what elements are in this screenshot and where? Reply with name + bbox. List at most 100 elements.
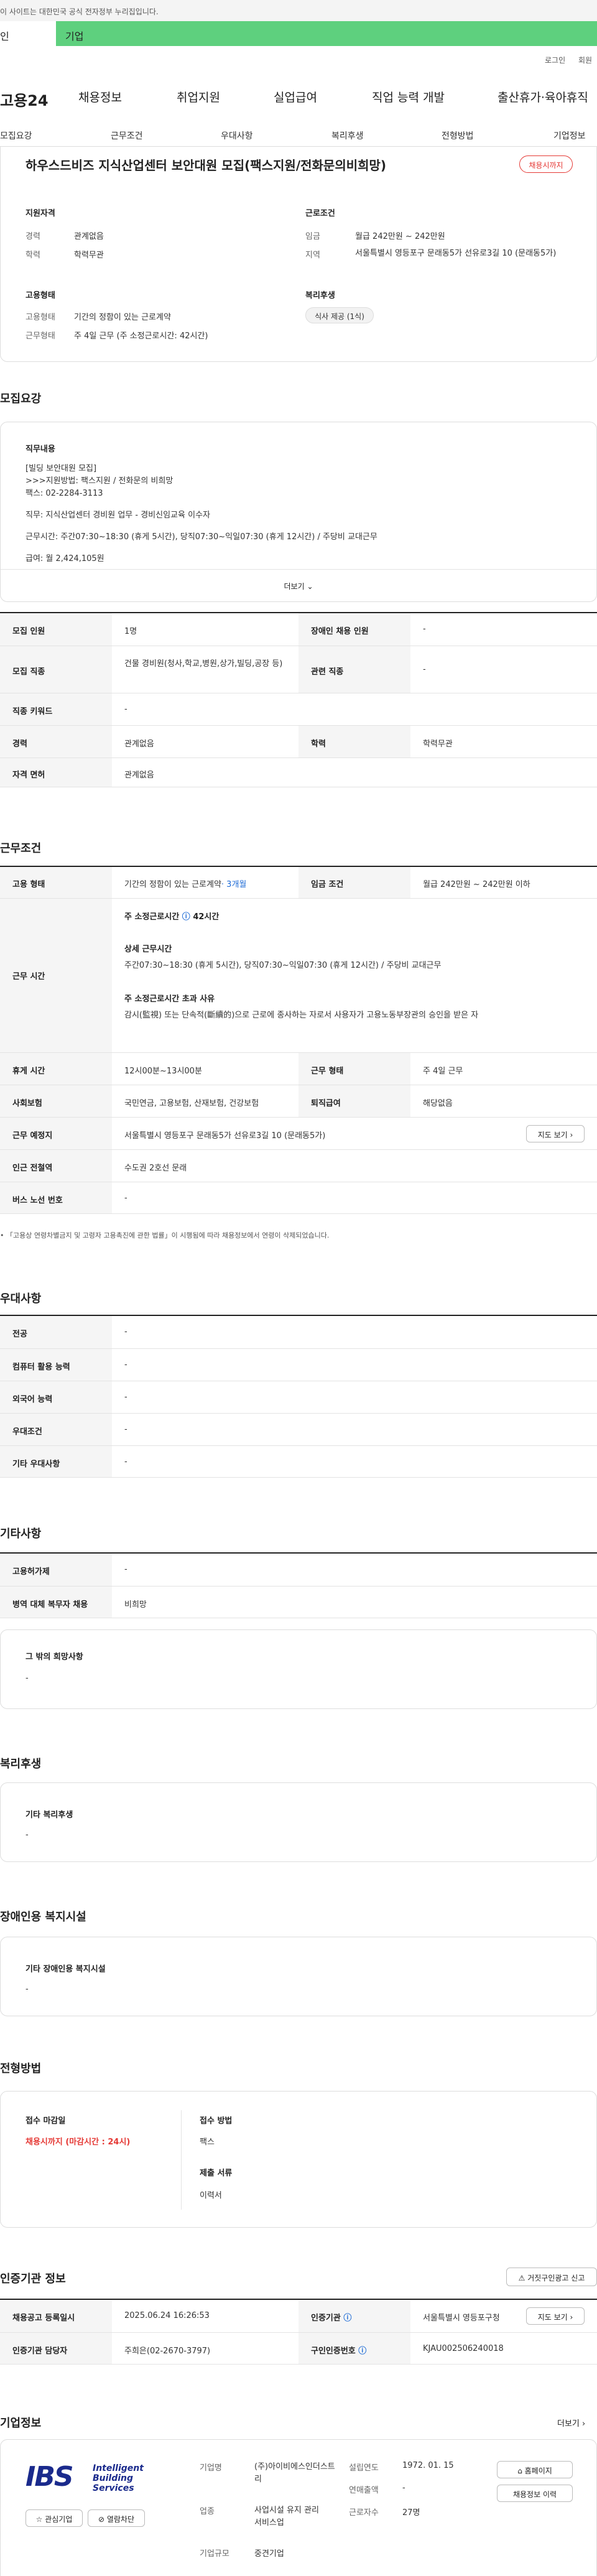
row-value: 관계없음 (124, 771, 154, 780)
deadline-value: 채용시까지 (마감시간 : 24시) (25, 2138, 131, 2147)
job-title: 하우스드비즈 지식산업센터 보안대원 모집(팩스지원/전화문의비희망) (25, 158, 387, 173)
home-icon: ⌂ (517, 2467, 525, 2475)
area-label: 지역 (305, 251, 320, 260)
tab-workcond[interactable]: 근무조건 (111, 129, 143, 142)
nav-item[interactable]: 직업 능력 개발 (372, 88, 445, 105)
pref-table: 전공 - 컴퓨터 활용 능력 - 외국어 능력 - 우대조건 - 기타 우대사항 - (0, 1315, 597, 1479)
tab-selection[interactable]: 전형방법 (442, 129, 474, 142)
tab-personal[interactable]: 인 (0, 21, 56, 46)
homepage-button[interactable]: ⌂ 홈페이지 (497, 2461, 573, 2478)
table-row: 우대조건 - (0, 1413, 597, 1445)
info-icon[interactable]: ⓘ (182, 912, 190, 922)
emp-value: 기간의 정함이 있는 근로계약 (124, 880, 221, 889)
nav-item[interactable]: 채용정보 (78, 88, 122, 105)
tab-company[interactable]: 기업정보 (553, 129, 586, 142)
edu-label: 학력 (25, 251, 40, 260)
job-history-button[interactable]: 채용정보 이력 (497, 2485, 573, 2502)
table-row: 자격 면허 관계없음 (0, 758, 597, 787)
row-value: 서울특별시 영등포구청 (423, 2314, 500, 2323)
est-value: 1972. 01. 15 (402, 2461, 454, 2470)
row-value: 건물 경비원(청사,학교,병원,상가,빌딩,공장 등) (124, 659, 283, 669)
row-label: 학력 (311, 739, 326, 749)
table-row: 모집 직종 건물 경비원(청사,학교,병원,상가,빌딩,공장 등) 관련 직종 … (0, 646, 597, 693)
hope-title: 그 밖의 희망사항 (25, 1652, 83, 1662)
emp-title: 고용형태 (25, 291, 55, 300)
report-label: 거짓구인광고 신고 (527, 2274, 585, 2282)
table-row: 기타 우대사항 - (0, 1445, 597, 1478)
welfare-box-title: 기타 복리후생 (25, 1810, 73, 1820)
disabled-box-value: - (25, 1985, 29, 1994)
block-label: 열람차단 (106, 2515, 135, 2524)
welfare-box-value: - (25, 1830, 29, 1840)
block-button[interactable]: ⊘ 열람차단 (88, 2509, 145, 2527)
row-label: 사회보험 (12, 1099, 42, 1108)
report-button[interactable]: ⚠ 거짓구인광고 신고 (506, 2268, 597, 2286)
login-link[interactable]: 로그인 (545, 55, 565, 65)
row-value: 1명 (124, 627, 137, 636)
row-label: 병역 대체 복무자 채용 (12, 1600, 88, 1610)
selection-title: 전형방법 (0, 2062, 42, 2075)
company-logo: IBS Intelligent Building Services (25, 2461, 150, 2501)
row-label: 인근 전철역 (12, 1164, 53, 1173)
table-row: 컴퓨터 활용 능력 - (0, 1348, 597, 1381)
etc-title: 기타사항 (0, 1527, 42, 1541)
disabled-title: 장애인용 복지시설 (0, 1911, 86, 1924)
row-value: 국민연금, 고용보험, 산재보험, 건강보험 (124, 1099, 259, 1108)
overtime-reason: 감시(監視) 또는 단속적(斷續的)으로 근로에 종사하는 자로서 사용자가 고… (124, 1011, 479, 1020)
join-link[interactable]: 회원 (578, 55, 592, 65)
map-button[interactable]: 지도 보기 › (526, 1125, 585, 1142)
biz-value: 사업시설 유지 관리 서비스업 (254, 2506, 319, 2527)
tab-recruit[interactable]: 모집요강 (0, 129, 32, 142)
row-label: 인증기관 (311, 2314, 341, 2323)
map-button[interactable]: 지도 보기 › (526, 2307, 585, 2325)
site-logo[interactable]: 고용24 (0, 88, 49, 110)
table-row: 모집 인원 1명 장애인 채용 인원 - (0, 613, 597, 646)
emp-period: · 3개월 (221, 880, 247, 889)
job-content-line: [빌딩 보안대원 모집] (25, 464, 97, 473)
row-label: 모집 인원 (12, 627, 45, 636)
career-label: 경력 (25, 232, 40, 241)
size-value: 중견기업 (254, 2549, 284, 2559)
block-icon: ⊘ (98, 2515, 107, 2524)
row-label: 자격 면허 (12, 771, 45, 780)
table-row: 병역 대체 복무자 채용 비희망 (0, 1586, 597, 1618)
recruit-table: 모집 인원 1명 장애인 채용 인원 - 모집 직종 건물 경비원(청사,학교,… (0, 612, 597, 787)
tab-pref[interactable]: 우대사항 (221, 129, 253, 142)
logo-text-line: Building (93, 2473, 134, 2483)
name-label: 기업명 (200, 2463, 222, 2473)
workcond-table: 고용 형태 기간의 정함이 있는 근로계약· 3개월 임금 조건 월급 242만… (0, 866, 597, 1214)
job-content-line: 급여: 월 2,424,105원 (25, 554, 104, 563)
more-label: 더보기 (284, 582, 305, 591)
row-label: 인증기관 담당자 (12, 2347, 68, 2356)
deadline-badge: 채용시까지 (519, 155, 573, 173)
row-label: 근무 시간 (12, 972, 45, 981)
cond-title: 근로조건 (305, 209, 335, 218)
row-value: - (124, 1457, 127, 1466)
nav-item[interactable]: 실업급여 (274, 88, 317, 105)
nav-item[interactable]: 취업지원 (177, 88, 220, 105)
hope-value: - (25, 1674, 29, 1683)
work-value: 주 4일 근무 (주 소정근로시간: 42시간) (74, 331, 208, 341)
est-label: 설립연도 (349, 2463, 379, 2473)
table-row: 사회보험 국민연금, 고용보험, 산재보험, 건강보험 퇴직급여 해당없음 (0, 1085, 597, 1117)
row-value: 2025.06.24 16:26:53 (124, 2311, 210, 2320)
more-label: 더보기 (557, 2419, 580, 2429)
info-icon[interactable]: ⓘ (358, 2347, 366, 2356)
table-row: 경력 관계없음 학력 학력무관 (0, 725, 597, 758)
emp-label: 고용형태 (25, 313, 55, 322)
row-label: 버스 노선 번호 (12, 1196, 63, 1205)
tab-welfare[interactable]: 복리후생 (331, 129, 364, 142)
favorite-button[interactable]: ☆ 관심기업 (25, 2509, 83, 2527)
info-icon[interactable]: ⓘ (343, 2314, 351, 2323)
tab-company[interactable]: 기업 (56, 21, 597, 46)
row-label: 퇴직급여 (311, 1099, 341, 1108)
table-row: 전공 - (0, 1316, 597, 1348)
company-more-link[interactable]: 더보기 › (557, 2417, 585, 2429)
emp-count-value: 27명 (402, 2508, 420, 2518)
row-label: 근무 예정지 (12, 1131, 53, 1141)
nav-item[interactable]: 출산휴가·육아휴직 (497, 88, 588, 105)
more-button[interactable]: 더보기 ⌄ (1, 569, 596, 601)
row-label: 구인인증번호 (311, 2347, 356, 2356)
row-value: 주희은(02-2670-3797) (124, 2347, 211, 2356)
overtime-title: 주 소정근로시간 초과 사유 (124, 994, 215, 1004)
